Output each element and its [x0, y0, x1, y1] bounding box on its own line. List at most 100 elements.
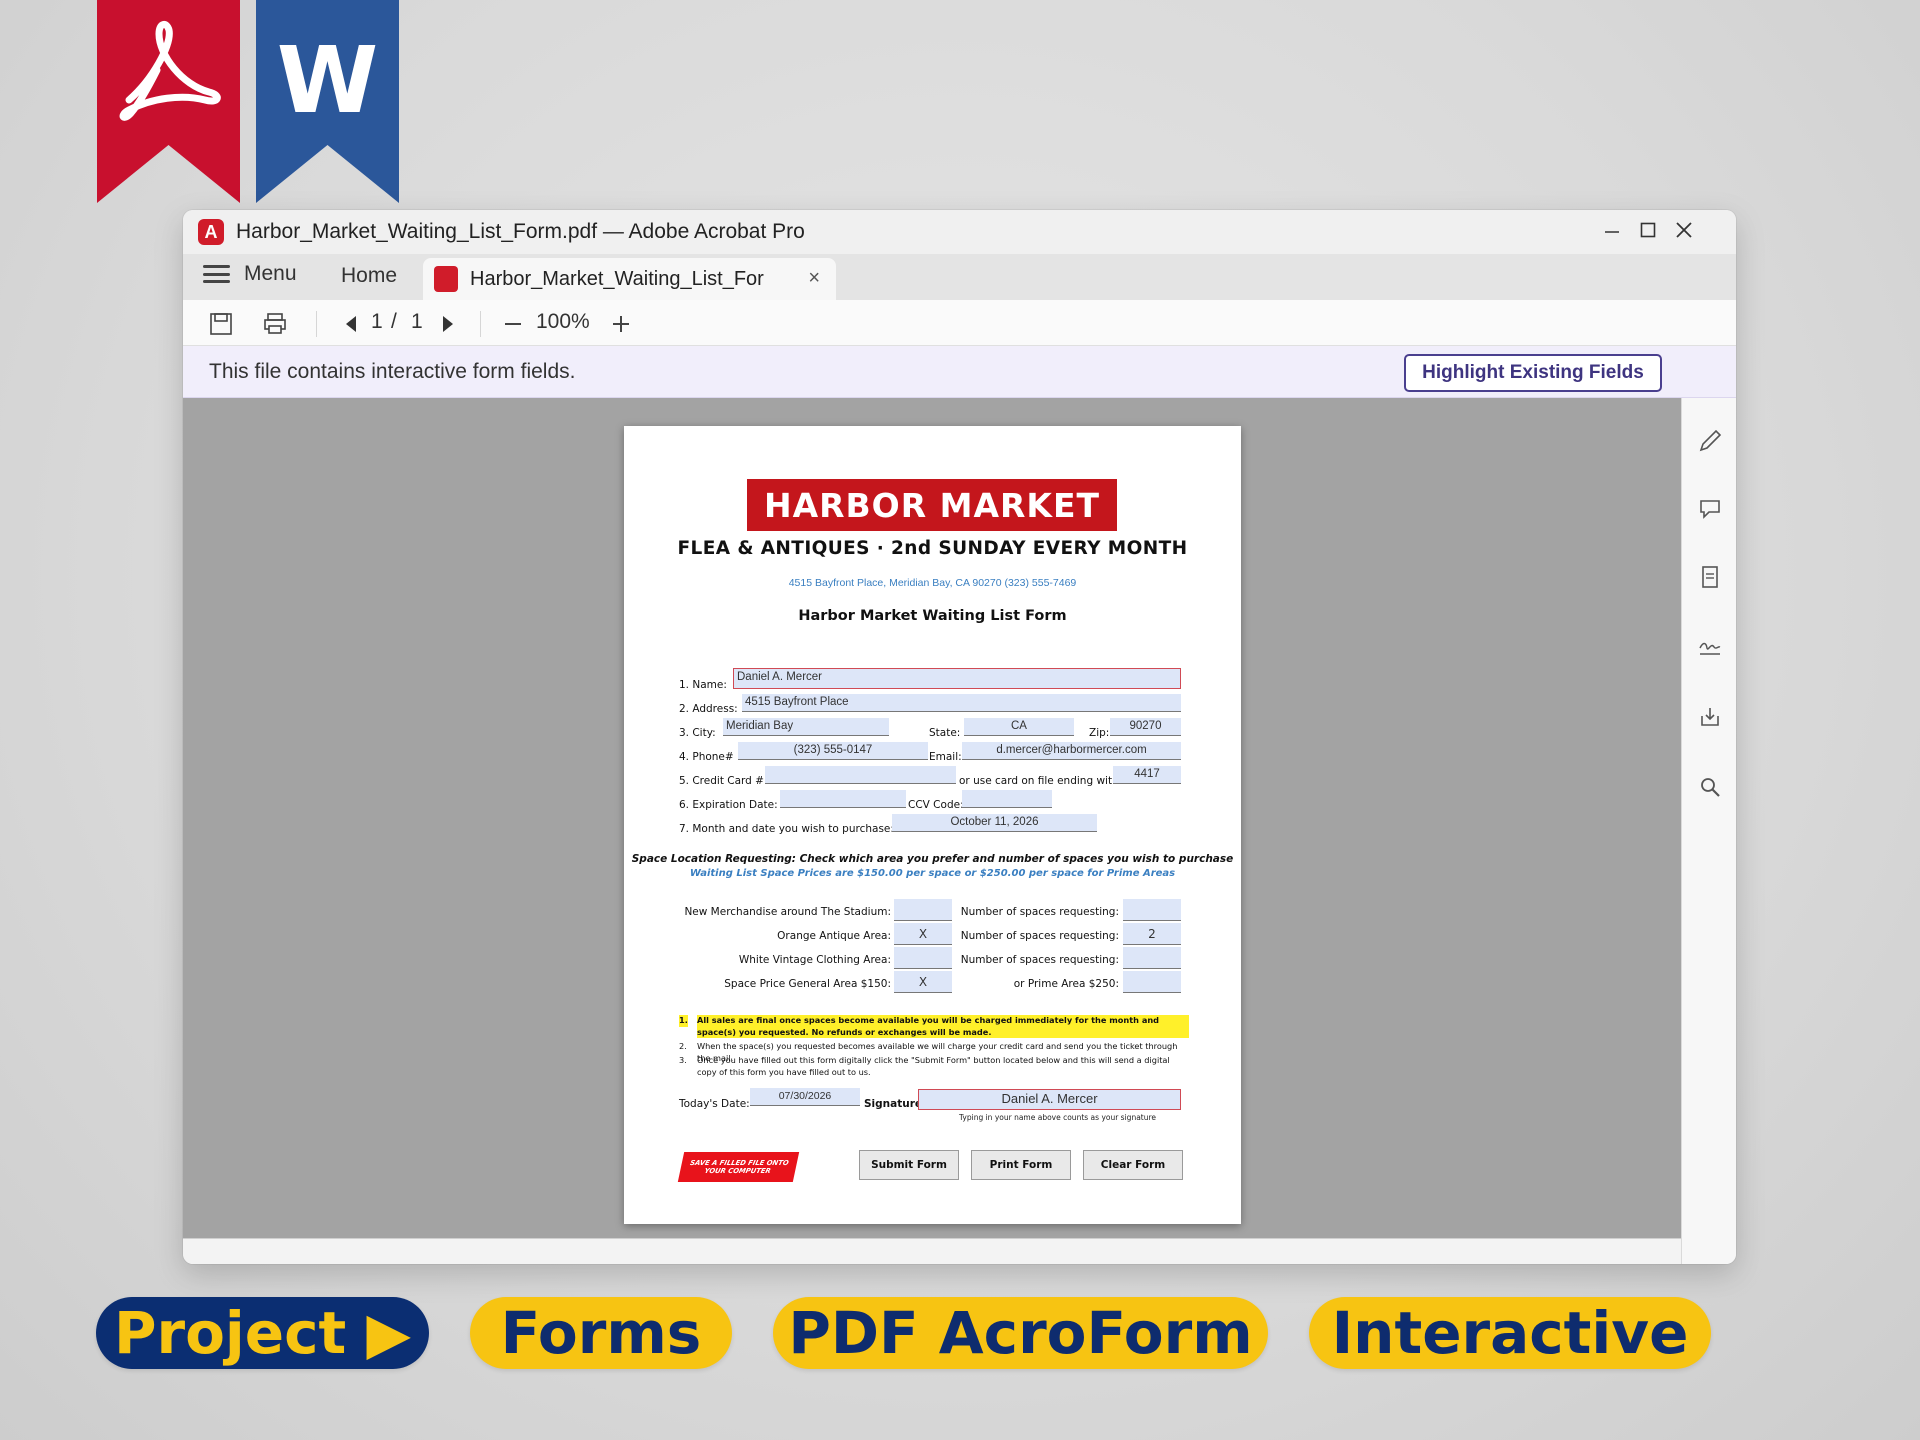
space-count-field[interactable]: 2 [1123, 923, 1181, 945]
space-area-checkbox[interactable] [894, 899, 952, 921]
pdf-acroform-pill: PDF AcroForm [773, 1297, 1268, 1369]
space-count-field[interactable] [1123, 899, 1181, 921]
space-area-label: Orange Antique Area: [777, 930, 891, 942]
card-on-file-field[interactable]: 4417 [1113, 766, 1181, 784]
todays-date-field[interactable]: 07/30/2026 [750, 1088, 860, 1106]
title-bar: A Harbor_Market_Waiting_List_Form.pdf — … [183, 210, 1736, 254]
email-field[interactable]: d.mercer@harbormercer.com [962, 742, 1181, 760]
word-ribbon: W [256, 0, 399, 203]
close-window-button[interactable] [1672, 218, 1696, 242]
close-icon [1676, 222, 1692, 238]
total-pages: 1 [411, 310, 423, 333]
space-count-label: or Prime Area $250: [1013, 978, 1119, 990]
print-form-button[interactable]: Print Form [971, 1150, 1071, 1180]
space-area-label: Space Price General Area $150: [724, 978, 891, 990]
submit-form-button[interactable]: Submit Form [859, 1150, 959, 1180]
signature-hint: Typing in your name above counts as your… [959, 1113, 1157, 1122]
phone-field[interactable]: (323) 555-0147 [738, 742, 928, 760]
city-field[interactable]: Meridian Bay [723, 718, 889, 736]
zoom-level[interactable]: 100% [536, 310, 590, 334]
project-pill: Project ▶ [96, 1297, 429, 1369]
interactive-pill: Interactive [1309, 1297, 1711, 1369]
form-info-message: This file contains interactive form fiel… [209, 360, 576, 383]
month-field[interactable]: October 11, 2026 [892, 814, 1097, 832]
pdf-file-icon [434, 266, 458, 292]
space-section-heading: Space Location Requesting: Check which a… [631, 853, 1234, 865]
form-banner: HARBOR MARKET [747, 479, 1117, 531]
pen-icon[interactable] [1697, 428, 1723, 454]
expiration-field[interactable] [780, 790, 906, 808]
note-number: 1. [679, 1015, 688, 1027]
expiration-label: 6. Expiration Date: [679, 799, 778, 811]
ccv-label: CCV Code: [908, 799, 964, 811]
previous-page-icon[interactable] [339, 312, 363, 336]
note-item: 3. Once you have filled out this form di… [679, 1055, 1189, 1078]
note-number: 2. [679, 1041, 687, 1051]
minimize-icon [1605, 231, 1619, 233]
note-text: Once you have filled out this form digit… [697, 1055, 1170, 1077]
acrobat-ribbon [97, 0, 240, 203]
current-page-input[interactable]: 1 [371, 310, 383, 334]
space-count-label: Number of spaces requesting: [960, 930, 1119, 942]
toolbar: 1 / 1 100% [183, 300, 1736, 346]
phone-label: 4. Phone# [679, 751, 734, 763]
note-item: 1. All sales are final once spaces becom… [679, 1015, 1189, 1038]
maximize-button[interactable] [1636, 218, 1660, 242]
horizontal-scrollbar[interactable] [183, 1238, 1681, 1264]
document-tab[interactable]: Harbor_Market_Waiting_List_For × [423, 258, 836, 300]
space-prices-note: Waiting List Space Prices are $150.00 pe… [689, 868, 1176, 879]
save-file-badge[interactable]: SAVE A FILLED FILE ONTO YOUR COMPUTER [677, 1152, 800, 1182]
comment-icon[interactable] [1697, 496, 1723, 522]
space-count-label: Number of spaces requesting: [960, 954, 1119, 966]
ccv-field[interactable] [962, 790, 1052, 808]
state-field[interactable]: CA [964, 718, 1074, 736]
tab-bar: Menu Home Harbor_Market_Waiting_List_For… [183, 254, 1736, 300]
city-label: 3. City: [679, 727, 716, 739]
zip-label: Zip: [1089, 727, 1110, 739]
document-tab-label: Harbor_Market_Waiting_List_For [470, 267, 764, 290]
zip-field[interactable]: 90270 [1110, 718, 1181, 736]
page-icon[interactable] [1697, 564, 1723, 590]
space-area-checkbox[interactable]: X [894, 971, 952, 993]
space-area-checkbox[interactable] [894, 947, 952, 969]
space-count-field[interactable] [1123, 971, 1181, 993]
minimize-button[interactable] [1600, 218, 1624, 242]
window-title: Harbor_Market_Waiting_List_Form.pdf — Ad… [236, 220, 805, 243]
signature-icon[interactable] [1697, 634, 1723, 660]
home-tab[interactable]: Home [341, 264, 397, 288]
note-text: All sales are final once spaces become a… [697, 1015, 1189, 1038]
export-icon[interactable] [1697, 704, 1723, 730]
print-icon[interactable] [263, 312, 287, 336]
pdf-page: HARBOR MARKET FLEA & ANTIQUES · 2nd SUND… [624, 426, 1241, 1224]
space-count-label: Number of spaces requesting: [960, 906, 1119, 918]
clear-form-button[interactable]: Clear Form [1083, 1150, 1183, 1180]
acrobat-window: A Harbor_Market_Waiting_List_Form.pdf — … [183, 210, 1736, 1264]
toolbar-divider [480, 311, 481, 337]
menu-label: Menu [244, 262, 297, 285]
address-field[interactable]: 4515 Bayfront Place [742, 694, 1181, 712]
save-icon[interactable] [209, 312, 233, 336]
next-page-icon[interactable] [436, 312, 460, 336]
space-area-label: New Merchandise around The Stadium: [684, 906, 891, 918]
document-canvas: HARBOR MARKET FLEA & ANTIQUES · 2nd SUND… [183, 398, 1681, 1238]
signature-field[interactable]: Daniel A. Mercer [918, 1089, 1181, 1110]
signature-label: Signature: [864, 1098, 927, 1110]
space-area-label: White Vintage Clothing Area: [738, 954, 891, 966]
credit-card-field[interactable] [765, 766, 956, 784]
zoom-out-icon[interactable] [501, 312, 525, 336]
maximize-icon [1640, 222, 1656, 238]
space-area-checkbox[interactable]: X [894, 923, 952, 945]
space-count-field[interactable] [1123, 947, 1181, 969]
form-title: Harbor Market Waiting List Form [798, 608, 1067, 624]
form-info-bar: This file contains interactive form fiel… [183, 346, 1736, 398]
name-field[interactable]: Daniel A. Mercer [733, 668, 1181, 689]
form-address-line: 4515 Bayfront Place, Meridian Bay, CA 90… [788, 577, 1077, 589]
close-tab-button[interactable]: × [808, 267, 820, 290]
menu-button[interactable]: Menu [203, 262, 297, 286]
forms-pill: Forms [470, 1297, 732, 1369]
acrobat-app-icon: A [198, 219, 224, 245]
highlight-fields-button[interactable]: Highlight Existing Fields [1404, 354, 1662, 392]
zoom-in-icon[interactable] [609, 312, 633, 336]
search-icon[interactable] [1697, 774, 1723, 800]
month-label: 7. Month and date you wish to purchase: [679, 823, 894, 835]
